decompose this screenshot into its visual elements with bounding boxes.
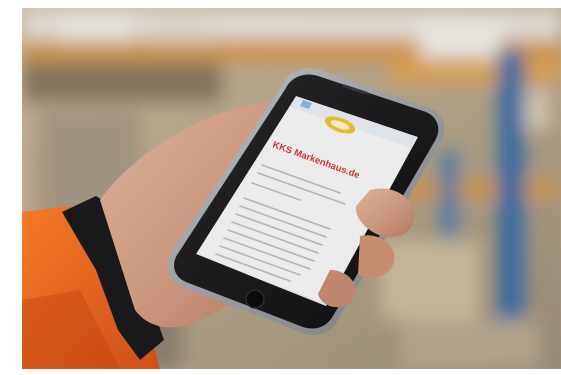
photo-scene: KKS Markenhaus.de — [0, 0, 561, 375]
photo: KKS Markenhaus.de — [22, 8, 561, 369]
photo-svg: KKS Markenhaus.de — [0, 0, 561, 375]
